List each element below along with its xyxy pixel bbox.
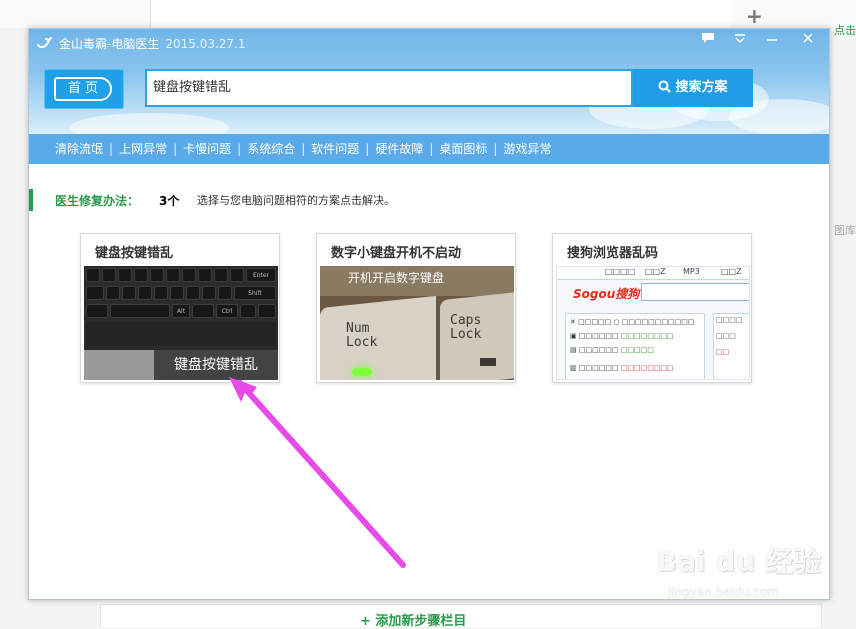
annotation-arrow-icon [229, 377, 406, 568]
watermark-url: jingyan.baidu.com [668, 585, 779, 599]
baidu-watermark: Bai du 经验 [656, 545, 822, 578]
